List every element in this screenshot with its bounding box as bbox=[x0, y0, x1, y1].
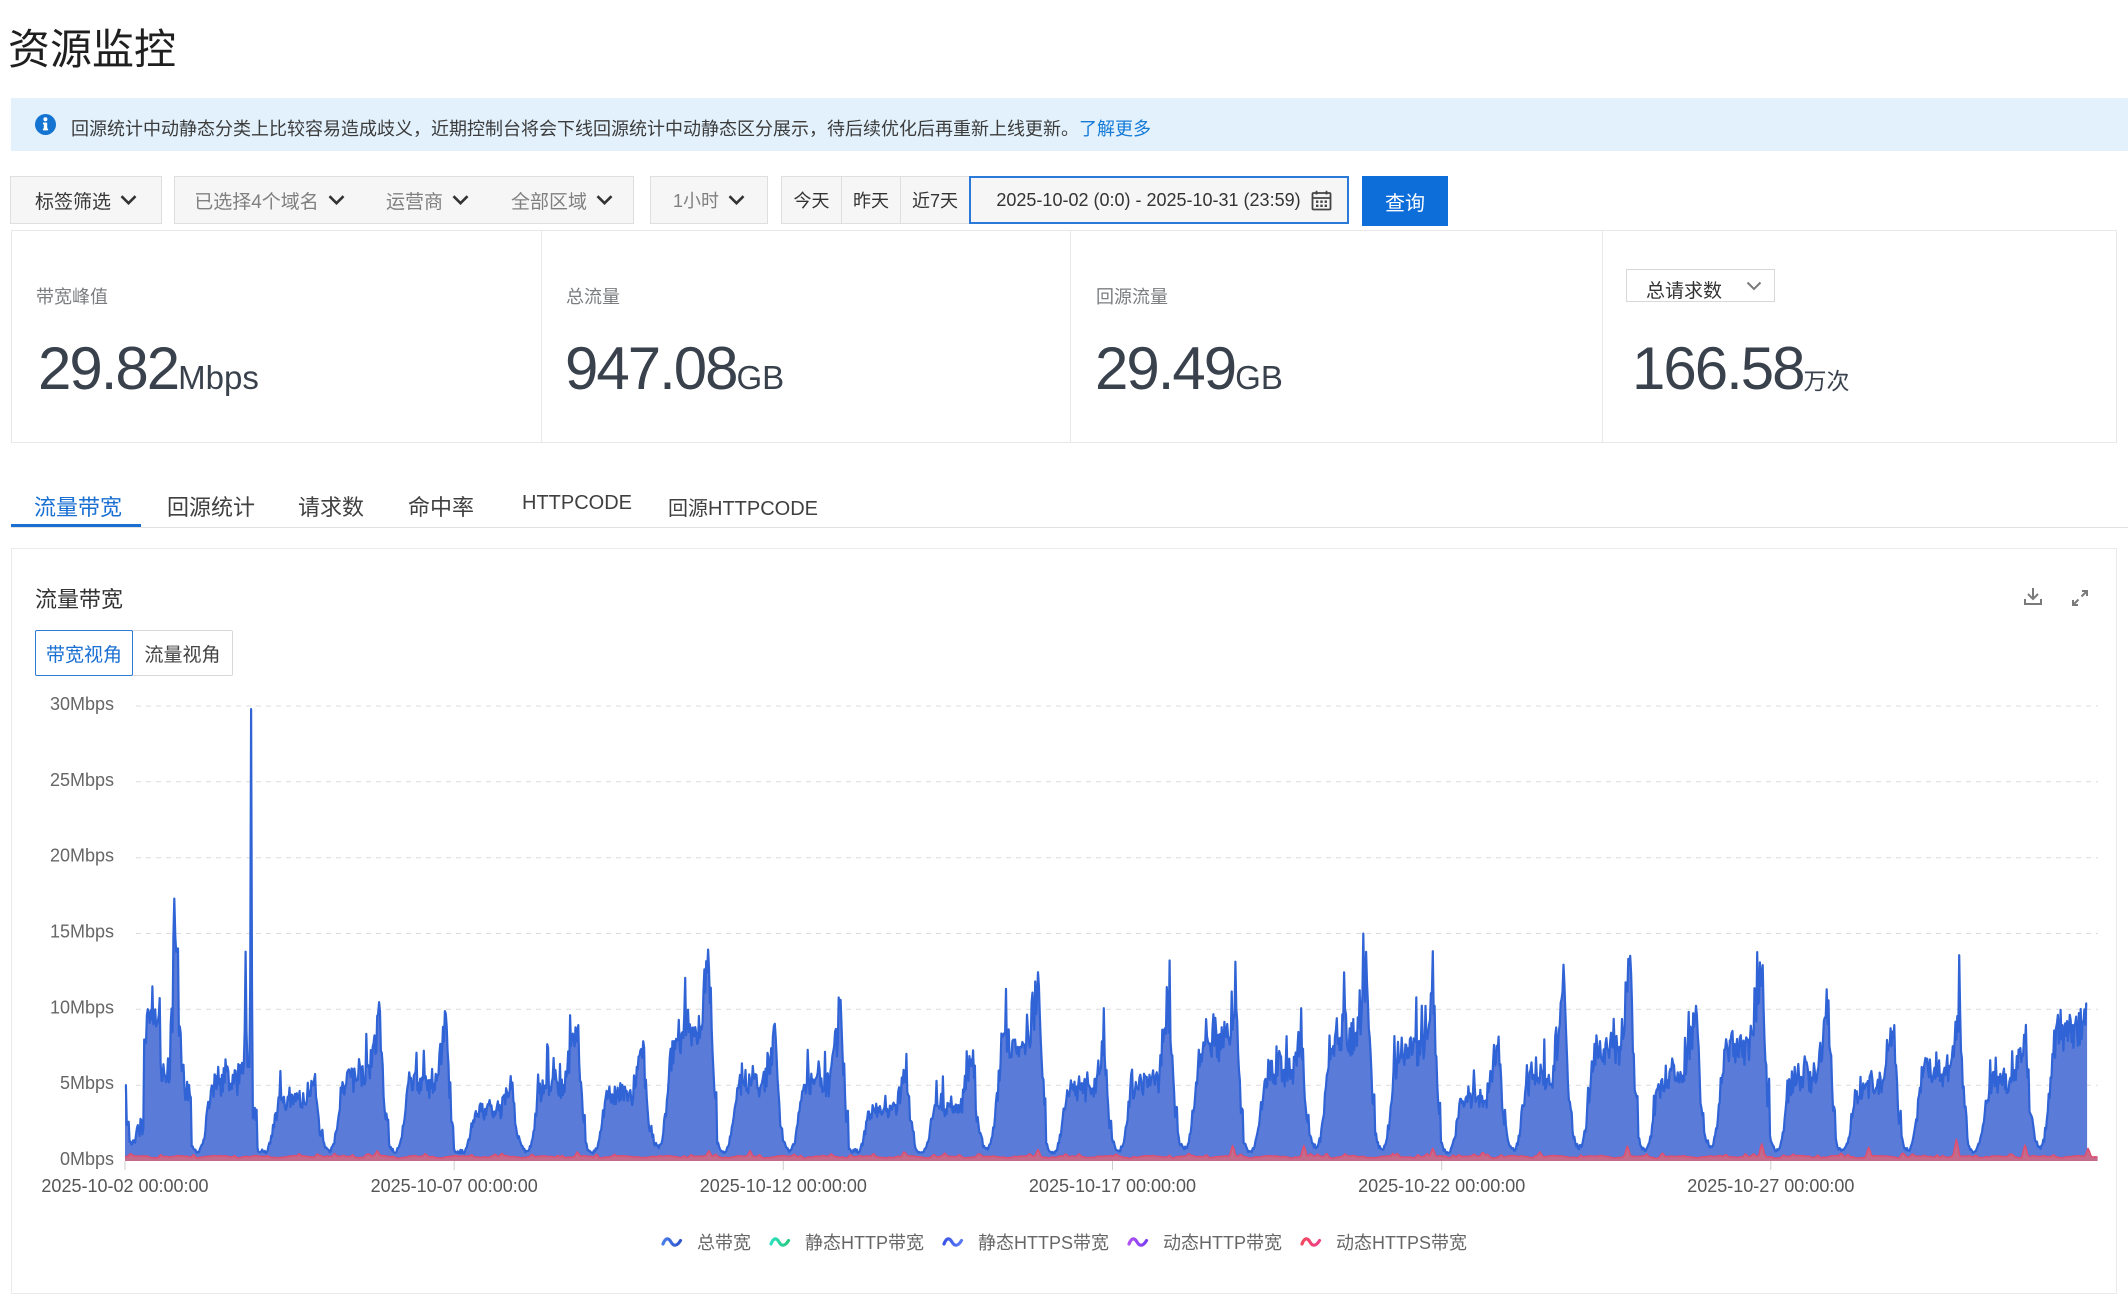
svg-text:2025-10-17 00:00:00: 2025-10-17 00:00:00 bbox=[1029, 1176, 1196, 1196]
svg-text:10Mbps: 10Mbps bbox=[50, 997, 114, 1017]
svg-text:0Mbps: 0Mbps bbox=[60, 1149, 114, 1169]
svg-text:15Mbps: 15Mbps bbox=[50, 922, 114, 942]
svg-text:5Mbps: 5Mbps bbox=[60, 1073, 114, 1093]
svg-text:2025-10-27 00:00:00: 2025-10-27 00:00:00 bbox=[1687, 1176, 1854, 1196]
svg-text:20Mbps: 20Mbps bbox=[50, 846, 114, 866]
svg-text:2025-10-12 00:00:00: 2025-10-12 00:00:00 bbox=[700, 1176, 867, 1196]
svg-text:25Mbps: 25Mbps bbox=[50, 770, 114, 790]
svg-text:2025-10-22 00:00:00: 2025-10-22 00:00:00 bbox=[1358, 1176, 1525, 1196]
svg-text:2025-10-02 00:00:00: 2025-10-02 00:00:00 bbox=[41, 1176, 208, 1196]
svg-text:2025-10-07 00:00:00: 2025-10-07 00:00:00 bbox=[371, 1176, 538, 1196]
svg-text:30Mbps: 30Mbps bbox=[50, 694, 114, 714]
